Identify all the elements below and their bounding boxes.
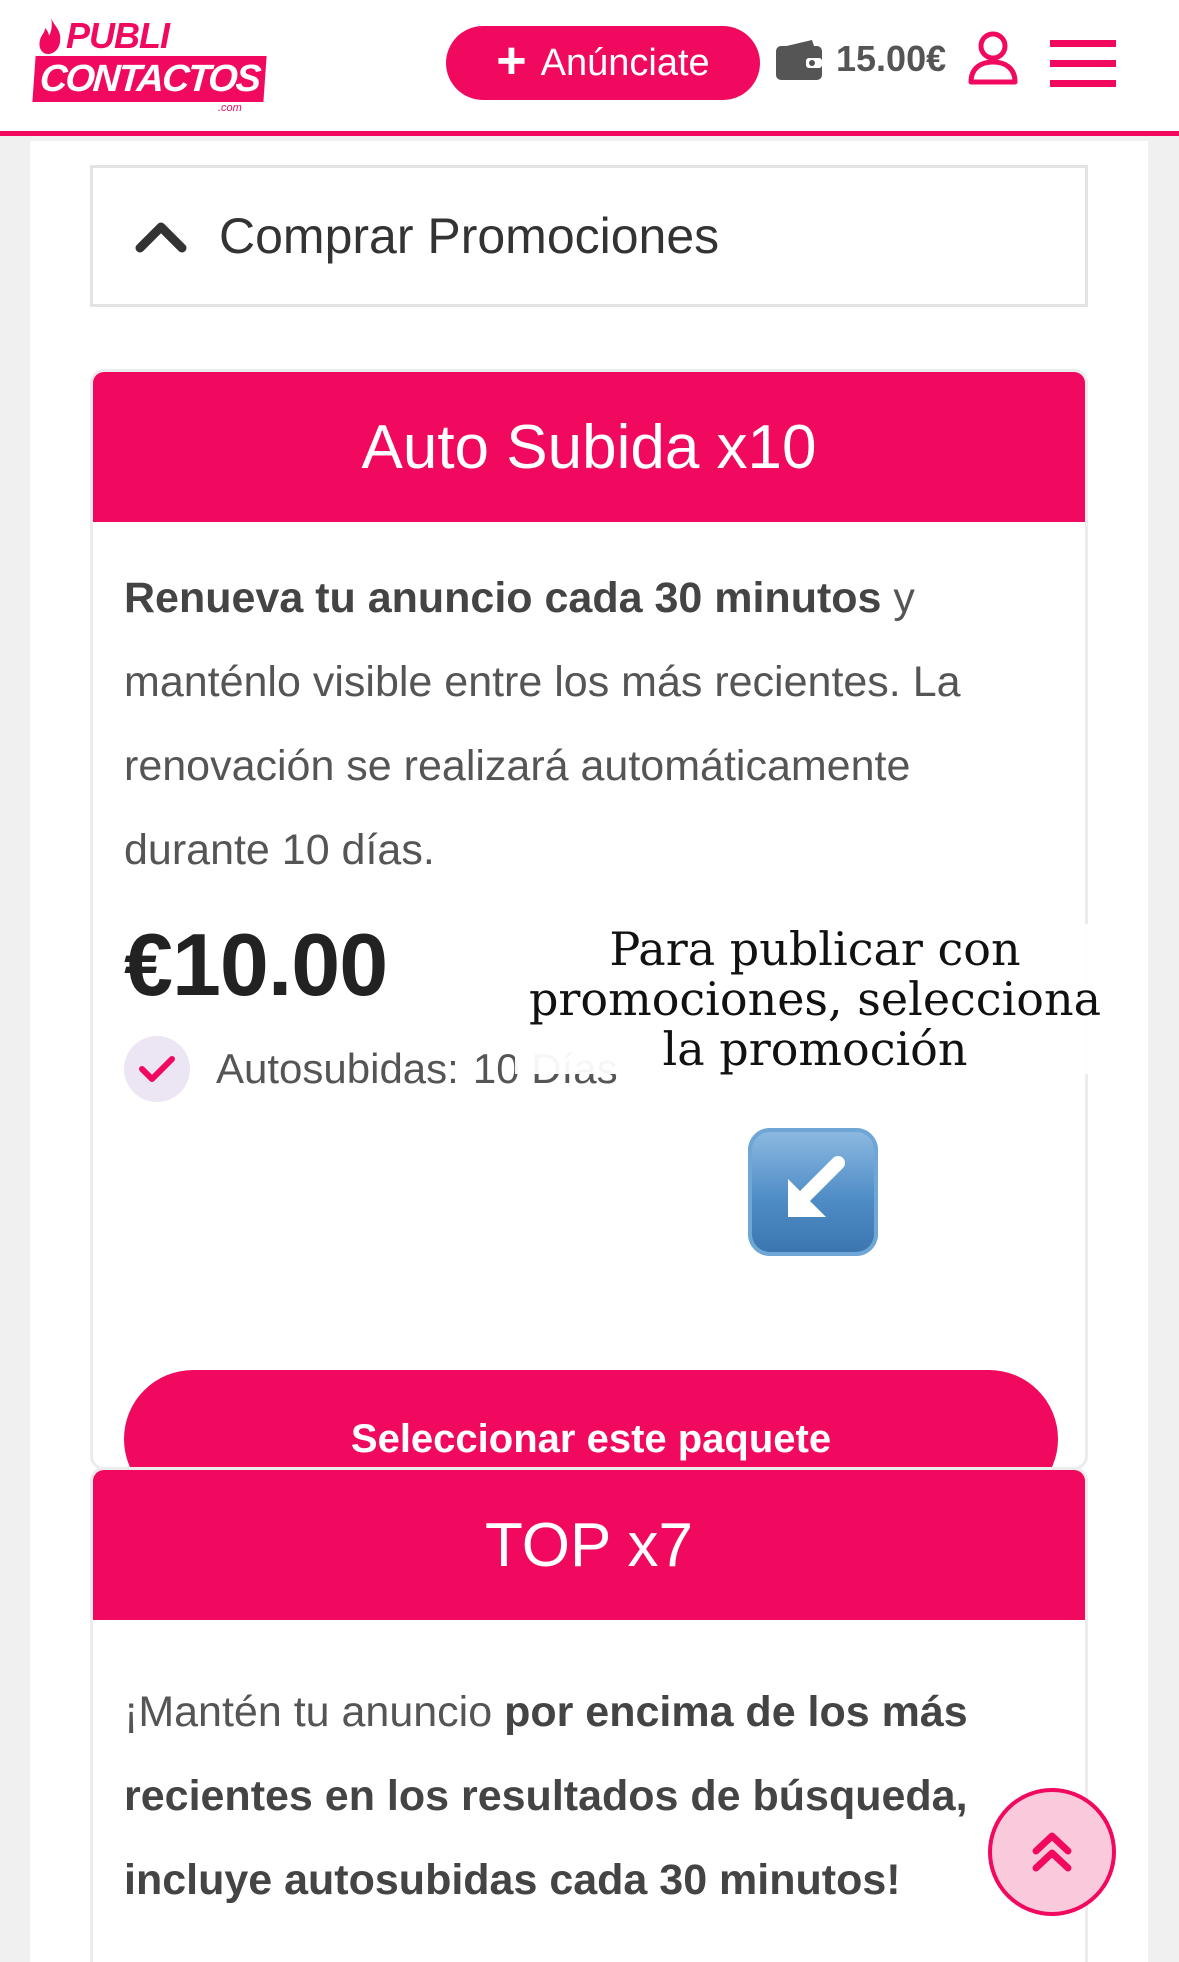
anunciate-label: Anúnciate [540, 41, 710, 84]
scroll-to-top-button[interactable] [988, 1788, 1116, 1916]
package-description: Renueva tu anuncio cada 30 minutos y man… [124, 556, 1054, 892]
package-description-plain: ¡Mantén tu anuncio [124, 1688, 505, 1736]
publicontactos-logo[interactable]: PUBLI CONTACTOS .com [32, 14, 267, 114]
overlay-caption: Para publicar con promociones, seleccion… [515, 924, 1115, 1074]
check-icon [124, 1036, 190, 1102]
select-package-button[interactable]: Seleccionar este paquete [124, 1370, 1058, 1467]
logo-text-publi: PUBLI [66, 15, 170, 56]
arrow-down-left-icon [748, 1128, 878, 1256]
double-chevron-up-icon [1032, 1832, 1072, 1872]
top-header: PUBLI CONTACTOS .com + Anúnciate 15.00€ [0, 0, 1179, 136]
comprar-promociones-accordion[interactable]: Comprar Promociones [90, 165, 1088, 307]
package-card-top: TOP x7 ¡Mantén tu anuncio por encima de … [90, 1467, 1088, 1962]
accordion-title: Comprar Promociones [219, 208, 720, 264]
hamburger-menu-icon[interactable] [1050, 40, 1116, 100]
select-package-label: Seleccionar este paquete [350, 1416, 832, 1461]
package-title: Auto Subida x10 [93, 372, 1085, 522]
package-description-bold: Renueva tu anuncio cada 30 minutos [124, 574, 882, 622]
user-icon[interactable] [966, 30, 1020, 86]
package-card-auto-subida: Auto Subida x10 Renueva tu anuncio cada … [90, 369, 1088, 1470]
package-title: TOP x7 [93, 1470, 1085, 1620]
chevron-up-icon [135, 222, 187, 253]
wallet-balance: 15.00€ [836, 38, 947, 79]
plus-icon: + [496, 32, 527, 90]
anunciate-button[interactable]: + Anúnciate [446, 26, 760, 100]
logo-text-suffix: .com [218, 102, 242, 114]
feature-label: Autosubidas: [216, 1045, 459, 1092]
package-description: ¡Mantén tu anuncio por encima de los más… [124, 1670, 1054, 1922]
wallet-icon[interactable] [774, 38, 824, 82]
flame-icon [39, 18, 61, 54]
logo-text-contactos: CONTACTOS [32, 56, 267, 102]
